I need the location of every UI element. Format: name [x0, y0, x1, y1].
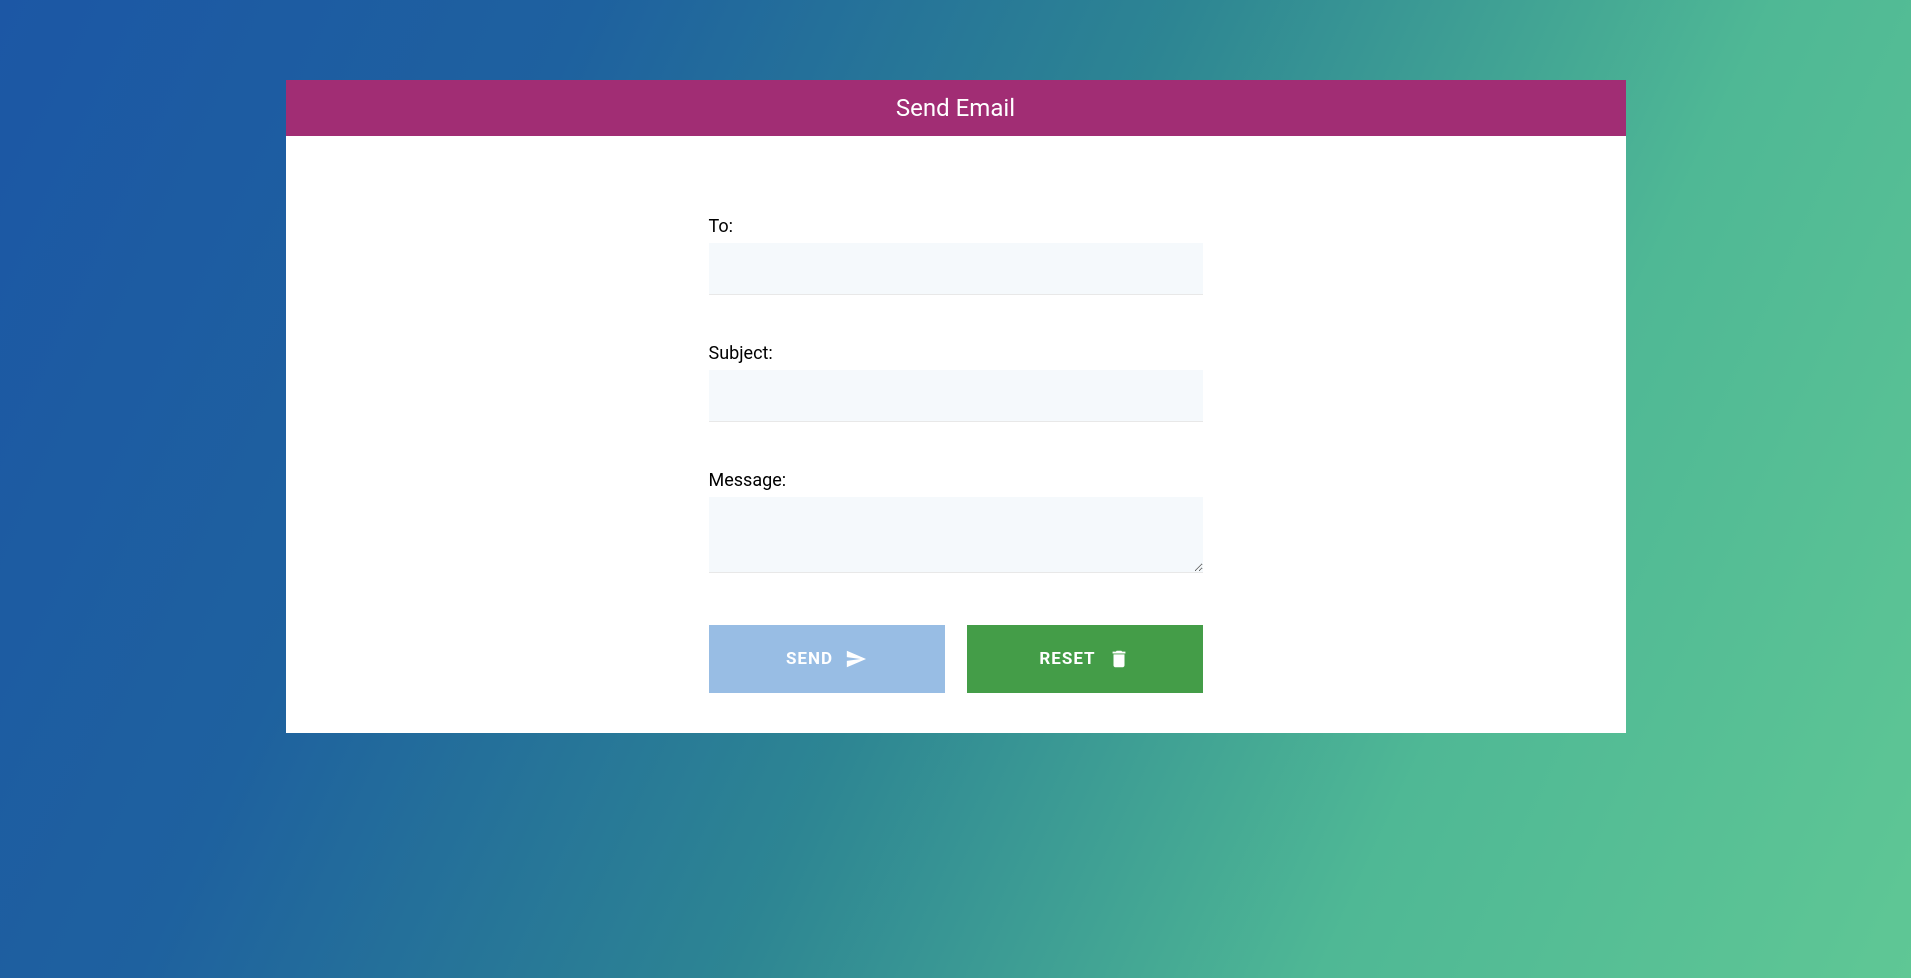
button-row: SEND RESET	[709, 625, 1203, 693]
page-title: Send Email	[896, 94, 1015, 122]
send-button-label: SEND	[786, 649, 833, 669]
send-icon	[845, 648, 867, 670]
subject-group: Subject:	[709, 343, 1203, 422]
reset-button-label: RESET	[1039, 649, 1095, 669]
card-header: Send Email	[286, 80, 1626, 136]
email-form: To: Subject: Message: SEND	[709, 216, 1203, 693]
email-card: Send Email To: Subject: Message: SEND	[286, 80, 1626, 733]
message-group: Message:	[709, 470, 1203, 577]
send-button[interactable]: SEND	[709, 625, 945, 693]
reset-button[interactable]: RESET	[967, 625, 1203, 693]
to-input[interactable]	[709, 243, 1203, 295]
to-label: To:	[709, 216, 1203, 237]
subject-input[interactable]	[709, 370, 1203, 422]
message-label: Message:	[709, 470, 1203, 491]
trash-icon	[1108, 648, 1130, 670]
to-group: To:	[709, 216, 1203, 295]
subject-label: Subject:	[709, 343, 1203, 364]
message-textarea[interactable]	[709, 497, 1203, 573]
card-body: To: Subject: Message: SEND	[286, 136, 1626, 733]
